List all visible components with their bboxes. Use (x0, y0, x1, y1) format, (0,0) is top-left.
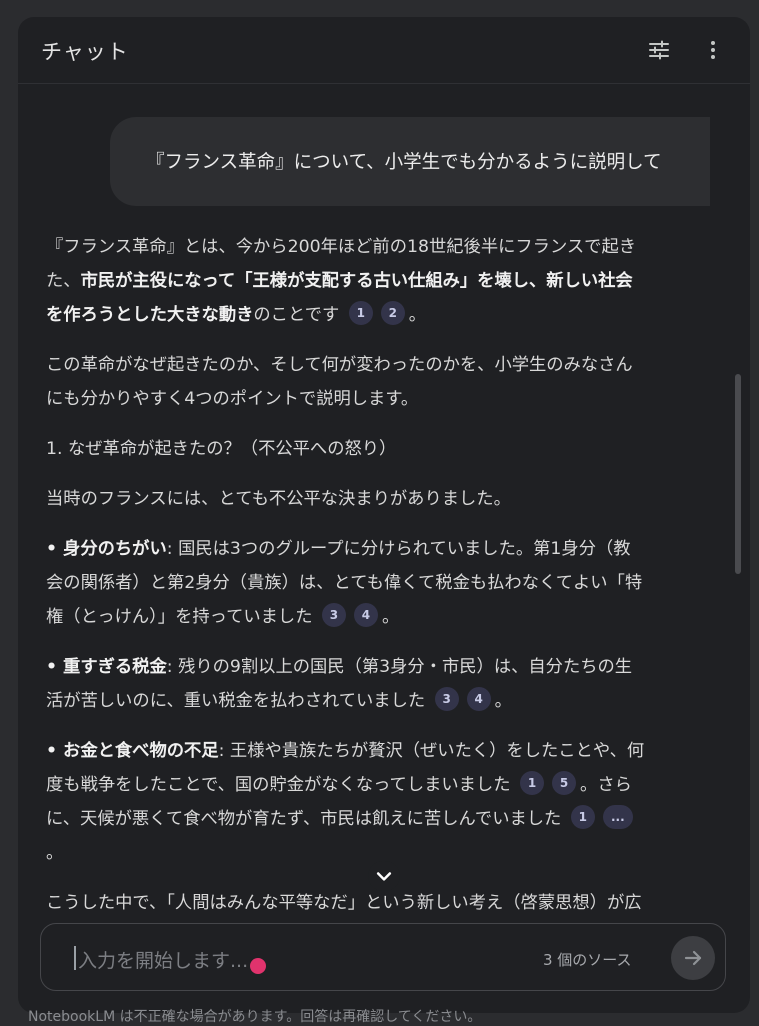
answer-paragraph: 当時のフランスには、とても不公平な決まりがありました。 (46, 489, 511, 509)
answer-text: こうした中で、「人間はみんな平等な (46, 893, 331, 913)
answer-paragraph: 『フランス革命』とは、今から200年ほど前の18世紀後半にフランスで起きた、市民… (46, 230, 646, 332)
bullet-heading: • 重すぎる税金 (46, 657, 167, 677)
source-count: 3 個のソース (543, 951, 632, 969)
chat-input[interactable]: 入力を開始します... (78, 946, 248, 973)
assistant-answer: 『フランス革命』とは、今から200年ほど前の18世紀後半にフランスで起きた、市民… (46, 230, 646, 920)
tune-button[interactable] (643, 34, 675, 66)
answer-paragraph: こうした中で、「人間はみんな平等なだ」という新しい考え（啓蒙思想）が広まり、市民… (46, 886, 646, 920)
bullet-text: 。 (494, 691, 512, 711)
citation-more-chip[interactable]: ... (602, 805, 633, 829)
citation-chip[interactable]: 3 (434, 687, 459, 711)
citation-chip[interactable]: 1 (520, 771, 545, 795)
more-options-button[interactable] (697, 34, 729, 66)
chat-header: チャット (18, 17, 750, 84)
answer-text: のことです (253, 305, 340, 325)
bullet-item: • 重すぎる税金: 残りの9割以上の国民（第3身分・市民）は、自分たちの生活が苦… (46, 650, 646, 718)
bullet-item: • お金と食べ物の不足: 王様や貴族たちが贅沢（ぜいたく）をしたことや、何度も戦… (46, 734, 646, 870)
send-button[interactable] (671, 936, 715, 980)
disclaimer-text: NotebookLM は不正確な場合があります。回答は再確認してください。 (28, 1009, 482, 1025)
citation-chip[interactable]: 4 (353, 603, 378, 627)
bullet-heading: • お金と食べ物の不足 (46, 741, 219, 761)
cursor-indicator-dot (250, 958, 266, 974)
bullet-text: 。 (381, 607, 400, 627)
chevron-down-icon (376, 872, 392, 881)
chat-title: チャット (41, 40, 129, 64)
citation-chip[interactable]: 2 (380, 301, 405, 325)
chat-input-bar[interactable]: 入力を開始します... 3 個のソース (40, 923, 726, 991)
arrow-right-icon (684, 950, 702, 966)
user-message-bubble: 『フランス革命』について、小学生でも分かるように説明して (110, 117, 710, 206)
bullet-heading: • 身分のちがい (46, 539, 167, 559)
citation-chip[interactable]: 5 (552, 771, 577, 795)
bullet-text: 。 (46, 843, 64, 863)
user-message-text: 『フランス革命』について、小学生でも分かるように説明して (146, 152, 662, 173)
answer-paragraph: この革命がなぜ起きたのか、そして何が変わったのかを、小学生のみなさんにも分かりや… (46, 355, 633, 409)
answer-text: 。 (408, 305, 427, 325)
chat-messages[interactable]: 『フランス革命』について、小学生でも分かるように説明して 『フランス革命』とは、… (18, 84, 750, 920)
section-heading: 1. なぜ革命が起きたの？（不公平への怒り） (46, 439, 397, 459)
text-caret (74, 946, 76, 970)
citation-chip[interactable]: 3 (321, 603, 346, 627)
bullet-item: • 身分のちがい: 国民は3つのグループに分けられていました。第1身分（教会の関… (46, 532, 646, 634)
more-vert-icon (711, 41, 715, 59)
answer-bold-text: 市民が主役になって「王様が支配する古い仕組み」を壊し、新しい社会を作ろうとした大… (46, 271, 633, 325)
chat-panel: チャット 『フランス革命』について、小学生でも分かるように説明して 『フランス革… (18, 17, 750, 1013)
citation-chip[interactable]: 1 (348, 301, 373, 325)
scroll-down-button[interactable] (368, 861, 400, 891)
citation-chip[interactable]: 4 (466, 687, 491, 711)
citation-chip[interactable]: 1 (570, 805, 595, 829)
scrollbar-thumb[interactable] (735, 374, 741, 574)
tune-icon (649, 40, 669, 60)
